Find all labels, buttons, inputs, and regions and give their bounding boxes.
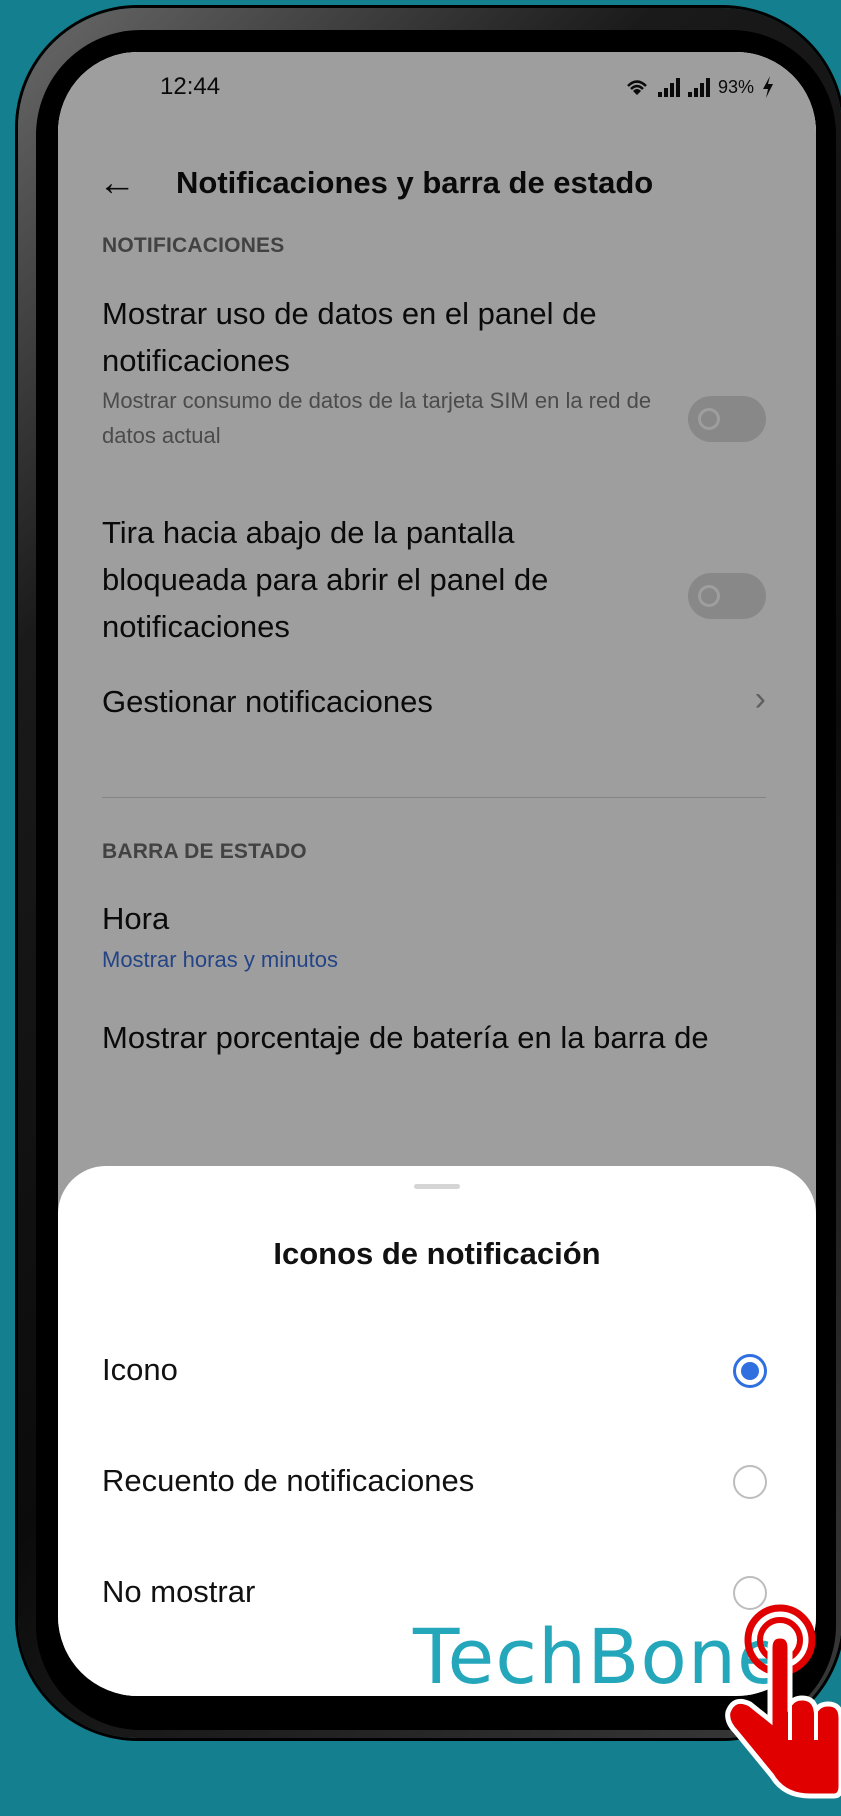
option-icon[interactable]: Icono xyxy=(58,1326,816,1416)
option-label: Recuento de notificaciones xyxy=(102,1463,475,1498)
tap-hand-icon xyxy=(725,1604,841,1799)
phone-screen: 12:44 93% ← Notificaciones y barra de es… xyxy=(58,52,816,1696)
sheet-title: Iconos de notificación xyxy=(273,1236,601,1271)
option-count[interactable]: Recuento de notificaciones xyxy=(58,1437,816,1527)
radio-selected[interactable] xyxy=(733,1354,767,1388)
option-label: Icono xyxy=(102,1352,178,1387)
option-label: No mostrar xyxy=(102,1574,256,1609)
sheet-handle[interactable] xyxy=(414,1184,460,1189)
radio-unselected[interactable] xyxy=(733,1465,767,1499)
